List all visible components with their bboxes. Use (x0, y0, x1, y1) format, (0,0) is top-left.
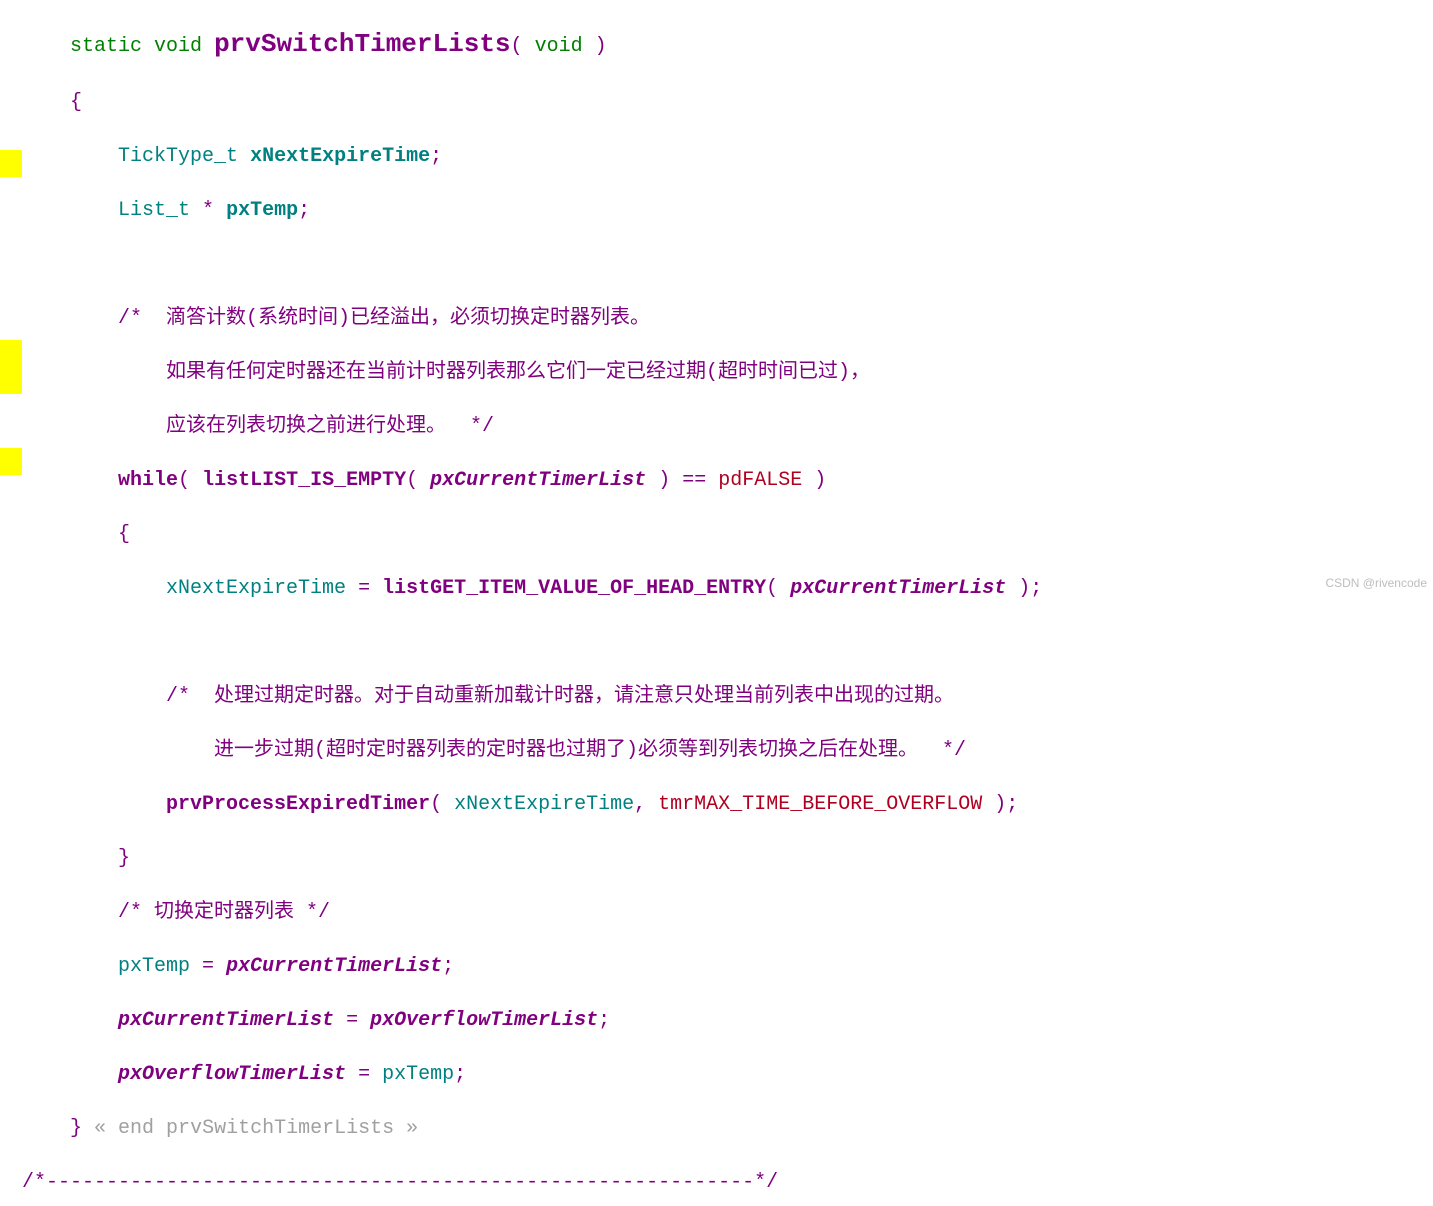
code-block: static void prvSwitchTimerLists( void ) … (22, 2, 1042, 1206)
brace: } (70, 1117, 82, 1140)
code-line: List_t * pxTemp; (22, 197, 1042, 224)
fold-marker: « end prvSwitchTimerLists » (94, 1117, 418, 1140)
variable: pxTemp (382, 1063, 454, 1086)
keyword-static: static (70, 35, 142, 58)
paren: ( (430, 793, 442, 816)
comment: 如果有任何定时器还在当前计时器列表那么它们一定已经过期(超时时间已过)， (166, 361, 870, 384)
comment: /* 处理过期定时器。对于自动重新加载计时器，请注意只处理当前列表中出现的过期。 (166, 685, 954, 708)
comment-line: /* 处理过期定时器。对于自动重新加载计时器，请注意只处理当前列表中出现的过期。 (22, 683, 1042, 710)
gutter-mark (0, 448, 22, 475)
comment: 进一步过期(超时定时器列表的定时器也过期了)必须等到列表切换之后在处理。 */ (214, 739, 966, 762)
type: TickType_t (118, 145, 238, 168)
code-line: } (22, 845, 1042, 872)
semicolon: ; (298, 199, 310, 222)
comment-line: 应该在列表切换之前进行处理。 */ (22, 413, 1042, 440)
semicolon: ; (1006, 793, 1018, 816)
gutter-mark (0, 367, 22, 394)
variable: pxCurrentTimerList (226, 955, 442, 978)
semicolon: ; (1030, 577, 1042, 600)
divider-line: /*--------------------------------------… (22, 1169, 1042, 1196)
semicolon: ; (598, 1009, 610, 1032)
paren: ) (1018, 577, 1030, 600)
paren: ) (658, 469, 670, 492)
gutter-mark (0, 340, 22, 367)
brace: } (118, 847, 130, 870)
paren: ( (766, 577, 778, 600)
keyword-void: void (535, 35, 583, 58)
paren: ( (406, 469, 418, 492)
code-line: } « end prvSwitchTimerLists » (22, 1115, 1042, 1142)
comment-line: /* 滴答计数(系统时间)已经溢出，必须切换定时器列表。 (22, 305, 1042, 332)
code-line: pxOverflowTimerList = pxTemp; (22, 1061, 1042, 1088)
variable: pxTemp (226, 199, 298, 222)
macro-call: listGET_ITEM_VALUE_OF_HEAD_ENTRY (382, 577, 766, 600)
operator-assign: = (358, 1063, 370, 1086)
comment-line: /* 切换定时器列表 */ (22, 899, 1042, 926)
variable: pxTemp (118, 955, 190, 978)
semicolon: ; (442, 955, 454, 978)
star: * (202, 199, 214, 222)
variable: pxCurrentTimerList (118, 1009, 334, 1032)
semicolon: ; (454, 1063, 466, 1086)
brace: { (118, 523, 130, 546)
constant: pdFALSE (718, 469, 802, 492)
blank-line (22, 629, 1042, 656)
brace: { (70, 91, 82, 114)
paren: ) (595, 35, 607, 58)
operator-assign: = (202, 955, 214, 978)
watermark: CSDN @rivencode (1325, 570, 1427, 597)
comment-line: 进一步过期(超时定时器列表的定时器也过期了)必须等到列表切换之后在处理。 */ (22, 737, 1042, 764)
keyword-while: while (118, 469, 178, 492)
semicolon: ; (430, 145, 442, 168)
code-line: pxCurrentTimerList = pxOverflowTimerList… (22, 1007, 1042, 1034)
operator-assign: = (346, 1009, 358, 1032)
code-line: { (22, 521, 1042, 548)
variable: xNextExpireTime (166, 577, 346, 600)
function-call: prvProcessExpiredTimer (166, 793, 430, 816)
operator-eqeq: == (682, 469, 706, 492)
code-line: static void prvSwitchTimerLists( void ) (22, 29, 1042, 62)
macro: tmrMAX_TIME_BEFORE_OVERFLOW (658, 793, 982, 816)
comment-line: 如果有任何定时器还在当前计时器列表那么它们一定已经过期(超时时间已过)， (22, 359, 1042, 386)
variable: xNextExpireTime (454, 793, 634, 816)
code-line: pxTemp = pxCurrentTimerList; (22, 953, 1042, 980)
code-line: prvProcessExpiredTimer( xNextExpireTime,… (22, 791, 1042, 818)
operator-assign: = (358, 577, 370, 600)
code-line: TickType_t xNextExpireTime; (22, 143, 1042, 170)
comment: 应该在列表切换之前进行处理。 */ (166, 415, 494, 438)
keyword-void: void (154, 35, 202, 58)
code-line: while( listLIST_IS_EMPTY( pxCurrentTimer… (22, 467, 1042, 494)
paren: ( (178, 469, 190, 492)
code-line: xNextExpireTime = listGET_ITEM_VALUE_OF_… (22, 575, 1042, 602)
code-line: { (22, 89, 1042, 116)
paren: ( (511, 35, 523, 58)
comment-divider: /*--------------------------------------… (22, 1171, 778, 1194)
gutter-mark (0, 150, 22, 177)
variable: xNextExpireTime (250, 145, 430, 168)
variable: pxOverflowTimerList (118, 1063, 346, 1086)
type: List_t (118, 199, 190, 222)
blank-line (22, 251, 1042, 278)
function-name: prvSwitchTimerLists (214, 29, 510, 59)
paren: ) (994, 793, 1006, 816)
variable: pxOverflowTimerList (370, 1009, 598, 1032)
gutter (0, 0, 22, 603)
paren: ) (814, 469, 826, 492)
comment: /* 切换定时器列表 */ (118, 901, 330, 924)
variable: pxCurrentTimerList (790, 577, 1006, 600)
macro-call: listLIST_IS_EMPTY (202, 469, 406, 492)
comma: , (634, 793, 646, 816)
comment: /* 滴答计数(系统时间)已经溢出，必须切换定时器列表。 (118, 307, 650, 330)
variable: pxCurrentTimerList (430, 469, 646, 492)
